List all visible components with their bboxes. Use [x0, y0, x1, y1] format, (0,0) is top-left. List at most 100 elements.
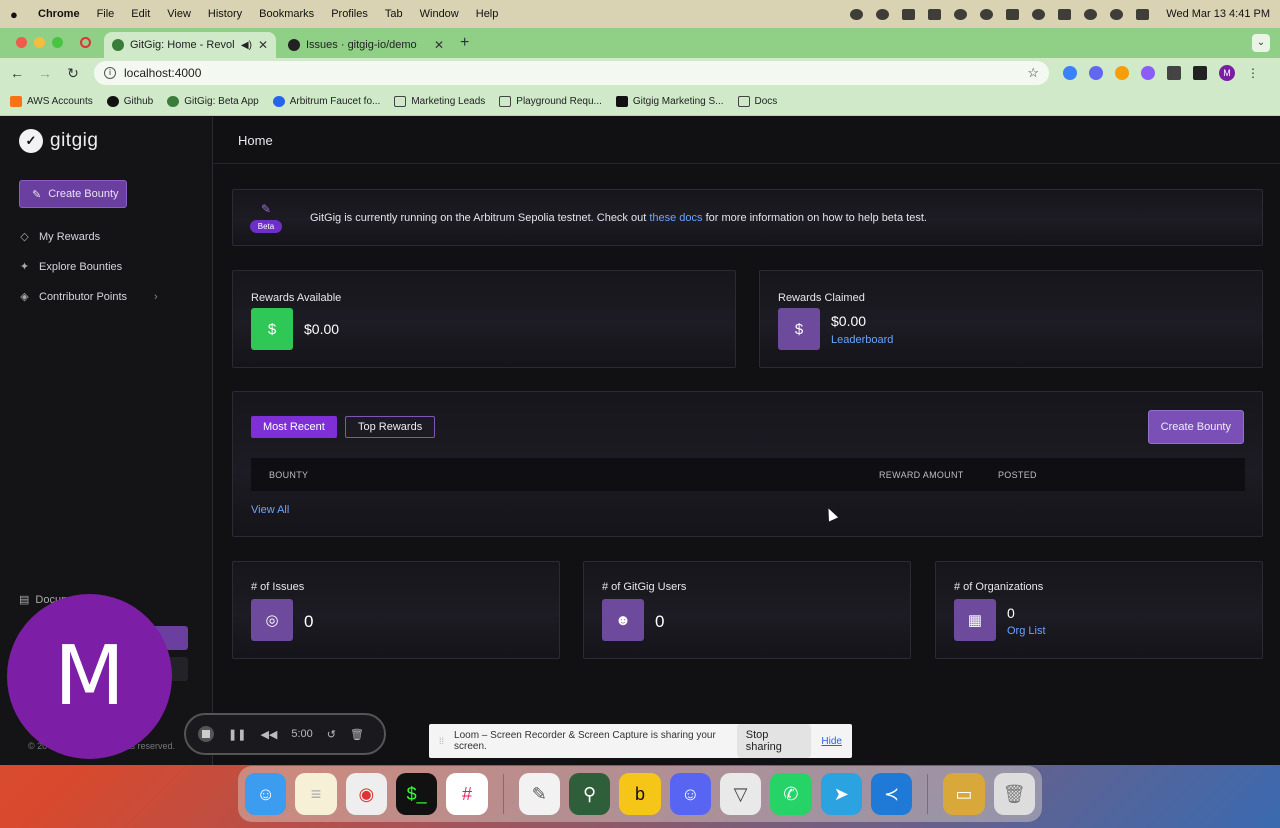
- reload-icon[interactable]: ↻: [66, 65, 80, 82]
- wifi-icon[interactable]: [1084, 8, 1098, 20]
- menu-tab[interactable]: Tab: [385, 8, 403, 20]
- organizations-label: # of Organizations: [954, 581, 1044, 593]
- menu-help[interactable]: Help: [476, 8, 499, 20]
- view-all-link[interactable]: View All: [251, 504, 289, 516]
- menu-file[interactable]: File: [97, 8, 115, 20]
- restart-icon[interactable]: ↺: [327, 728, 336, 741]
- battery-icon[interactable]: [1006, 8, 1020, 20]
- play-icon[interactable]: [1032, 8, 1046, 20]
- bookmark-github[interactable]: Github: [106, 96, 153, 107]
- stop-sharing-button[interactable]: Stop sharing: [736, 724, 812, 758]
- close-tab-icon[interactable]: ✕: [258, 38, 268, 52]
- app-icon[interactable]: ▽: [719, 773, 762, 815]
- puzzle-extensions-icon[interactable]: [1167, 66, 1181, 80]
- extension-icon[interactable]: [1141, 66, 1155, 80]
- tab-most-recent[interactable]: Most Recent: [251, 416, 337, 438]
- menu-edit[interactable]: Edit: [131, 8, 150, 20]
- slack-icon[interactable]: #: [446, 773, 488, 815]
- menu-profiles[interactable]: Profiles: [331, 8, 368, 20]
- bookmark-playground[interactable]: Playground Requ...: [499, 96, 602, 107]
- create-bounty-button[interactable]: Create Bounty: [1147, 410, 1244, 444]
- bookmark-gitgig-marketing[interactable]: Gitgig Marketing S...: [615, 96, 724, 107]
- vscode-icon[interactable]: ≺: [870, 773, 913, 815]
- tab-search-button[interactable]: ⌄: [1252, 34, 1270, 52]
- menu-window[interactable]: Window: [420, 8, 459, 20]
- stop-recording-button[interactable]: [198, 726, 214, 742]
- terminal-icon[interactable]: $_: [395, 773, 438, 815]
- sidebar-item-my-rewards[interactable]: ◇ My Rewards: [19, 230, 100, 244]
- sidebar-item-explore-bounties[interactable]: ✦ Explore Bounties: [19, 260, 122, 274]
- bookmark-docs[interactable]: Docs: [737, 96, 777, 107]
- hide-link[interactable]: Hide: [821, 736, 842, 747]
- telegram-icon[interactable]: ➤: [820, 773, 862, 815]
- column-bounty[interactable]: BOUNTY: [269, 470, 308, 480]
- menubar-clock[interactable]: Wed Mar 13 4:41 PM: [1166, 8, 1270, 20]
- site-info-icon[interactable]: i: [104, 67, 116, 79]
- menu-history[interactable]: History: [208, 8, 242, 20]
- app-icon[interactable]: ⚲: [568, 773, 611, 815]
- tab-github-issues[interactable]: Issues · gitgig-io/demo ✕: [280, 32, 452, 58]
- whatsapp-icon[interactable]: ✆: [770, 773, 812, 815]
- spotlight-search-icon[interactable]: [1110, 8, 1124, 20]
- column-reward-amount[interactable]: REWARD AMOUNT: [879, 470, 964, 480]
- gear-status-icon[interactable]: [876, 8, 890, 20]
- finder-icon[interactable]: ☺: [245, 773, 287, 815]
- brave-icon[interactable]: [954, 8, 968, 20]
- back-arrow-icon[interactable]: ←: [10, 65, 24, 81]
- column-posted[interactable]: POSTED: [998, 470, 1037, 480]
- side-panel-icon[interactable]: [1193, 66, 1207, 80]
- microphone-icon[interactable]: [850, 8, 864, 20]
- chevron-right-icon: ›: [154, 290, 158, 303]
- tab-gitgig-home[interactable]: GitGig: Home - Revolution ◀) ✕: [104, 32, 276, 58]
- textedit-icon[interactable]: ✎: [518, 773, 560, 815]
- loom-camera-bubble[interactable]: M: [7, 594, 172, 759]
- speaker-icon[interactable]: ◀): [241, 40, 252, 51]
- status-circle-icon[interactable]: [980, 8, 994, 20]
- menu-bookmarks[interactable]: Bookmarks: [259, 8, 314, 20]
- screen-sharing-bar: ⁞⁞ Loom – Screen Recorder & Screen Captu…: [429, 724, 852, 758]
- sidebar-item-contributor-points[interactable]: ◈ Contributor Points ›: [19, 290, 158, 304]
- trash-icon[interactable]: 🗑: [350, 728, 364, 741]
- trash-icon[interactable]: 🗑: [993, 773, 1035, 815]
- discord-icon[interactable]: ☺: [669, 773, 711, 815]
- gitgig-logo[interactable]: ✓ gitgig: [19, 129, 98, 153]
- extension-icon[interactable]: [1063, 66, 1077, 80]
- status-app-icon[interactable]: [902, 8, 916, 20]
- chrome-icon[interactable]: ◉: [345, 773, 387, 815]
- wrench-icon[interactable]: [928, 8, 942, 20]
- zoom-window-button[interactable]: [52, 37, 63, 48]
- profile-avatar[interactable]: M: [1219, 65, 1235, 81]
- minimize-window-button[interactable]: [34, 37, 45, 48]
- drag-handle-icon[interactable]: ⁞⁞: [439, 736, 444, 746]
- bookmark-marketing-leads[interactable]: Marketing Leads: [394, 96, 485, 107]
- metamask-icon[interactable]: [1115, 66, 1129, 80]
- address-bar[interactable]: i localhost:4000 ☆: [94, 61, 1049, 85]
- bookmark-gitgig-beta[interactable]: GitGig: Beta App: [167, 96, 259, 107]
- bookmark-star-icon[interactable]: ☆: [1027, 65, 1039, 81]
- menu-view[interactable]: View: [167, 8, 191, 20]
- gitgig-logo-icon: ✓: [19, 129, 43, 153]
- bookmark-aws[interactable]: AWS Accounts: [10, 96, 93, 107]
- leaderboard-link[interactable]: Leaderboard: [831, 334, 893, 346]
- new-tab-button[interactable]: +: [460, 34, 469, 52]
- forward-arrow-icon[interactable]: →: [38, 65, 52, 81]
- notes-icon[interactable]: ≡: [295, 773, 337, 815]
- control-center-icon[interactable]: [1136, 8, 1150, 20]
- org-list-link[interactable]: Org List: [1007, 625, 1046, 637]
- pause-icon[interactable]: ❚❚: [228, 728, 246, 741]
- app-icon[interactable]: b: [619, 773, 661, 815]
- downloads-stack-icon[interactable]: ▭: [943, 773, 985, 815]
- rewind-icon[interactable]: ◀◀: [260, 728, 277, 741]
- docs-link[interactable]: these docs: [649, 212, 702, 224]
- menu-app-chrome[interactable]: Chrome: [38, 8, 80, 20]
- close-window-button[interactable]: [16, 37, 27, 48]
- url-text[interactable]: localhost:4000: [124, 66, 201, 80]
- chrome-menu-icon[interactable]: ⋮: [1247, 66, 1259, 80]
- close-tab-icon[interactable]: ✕: [434, 38, 444, 52]
- sidebar-create-bounty-button[interactable]: ✎ Create Bounty: [19, 180, 127, 208]
- apple-icon[interactable]: ●: [10, 7, 24, 22]
- tab-top-rewards[interactable]: Top Rewards: [345, 416, 436, 438]
- extension-icon[interactable]: [1089, 66, 1103, 80]
- screen-mirror-icon[interactable]: [1058, 8, 1072, 20]
- bookmark-arbitrum-faucet[interactable]: Arbitrum Faucet fo...: [272, 96, 380, 107]
